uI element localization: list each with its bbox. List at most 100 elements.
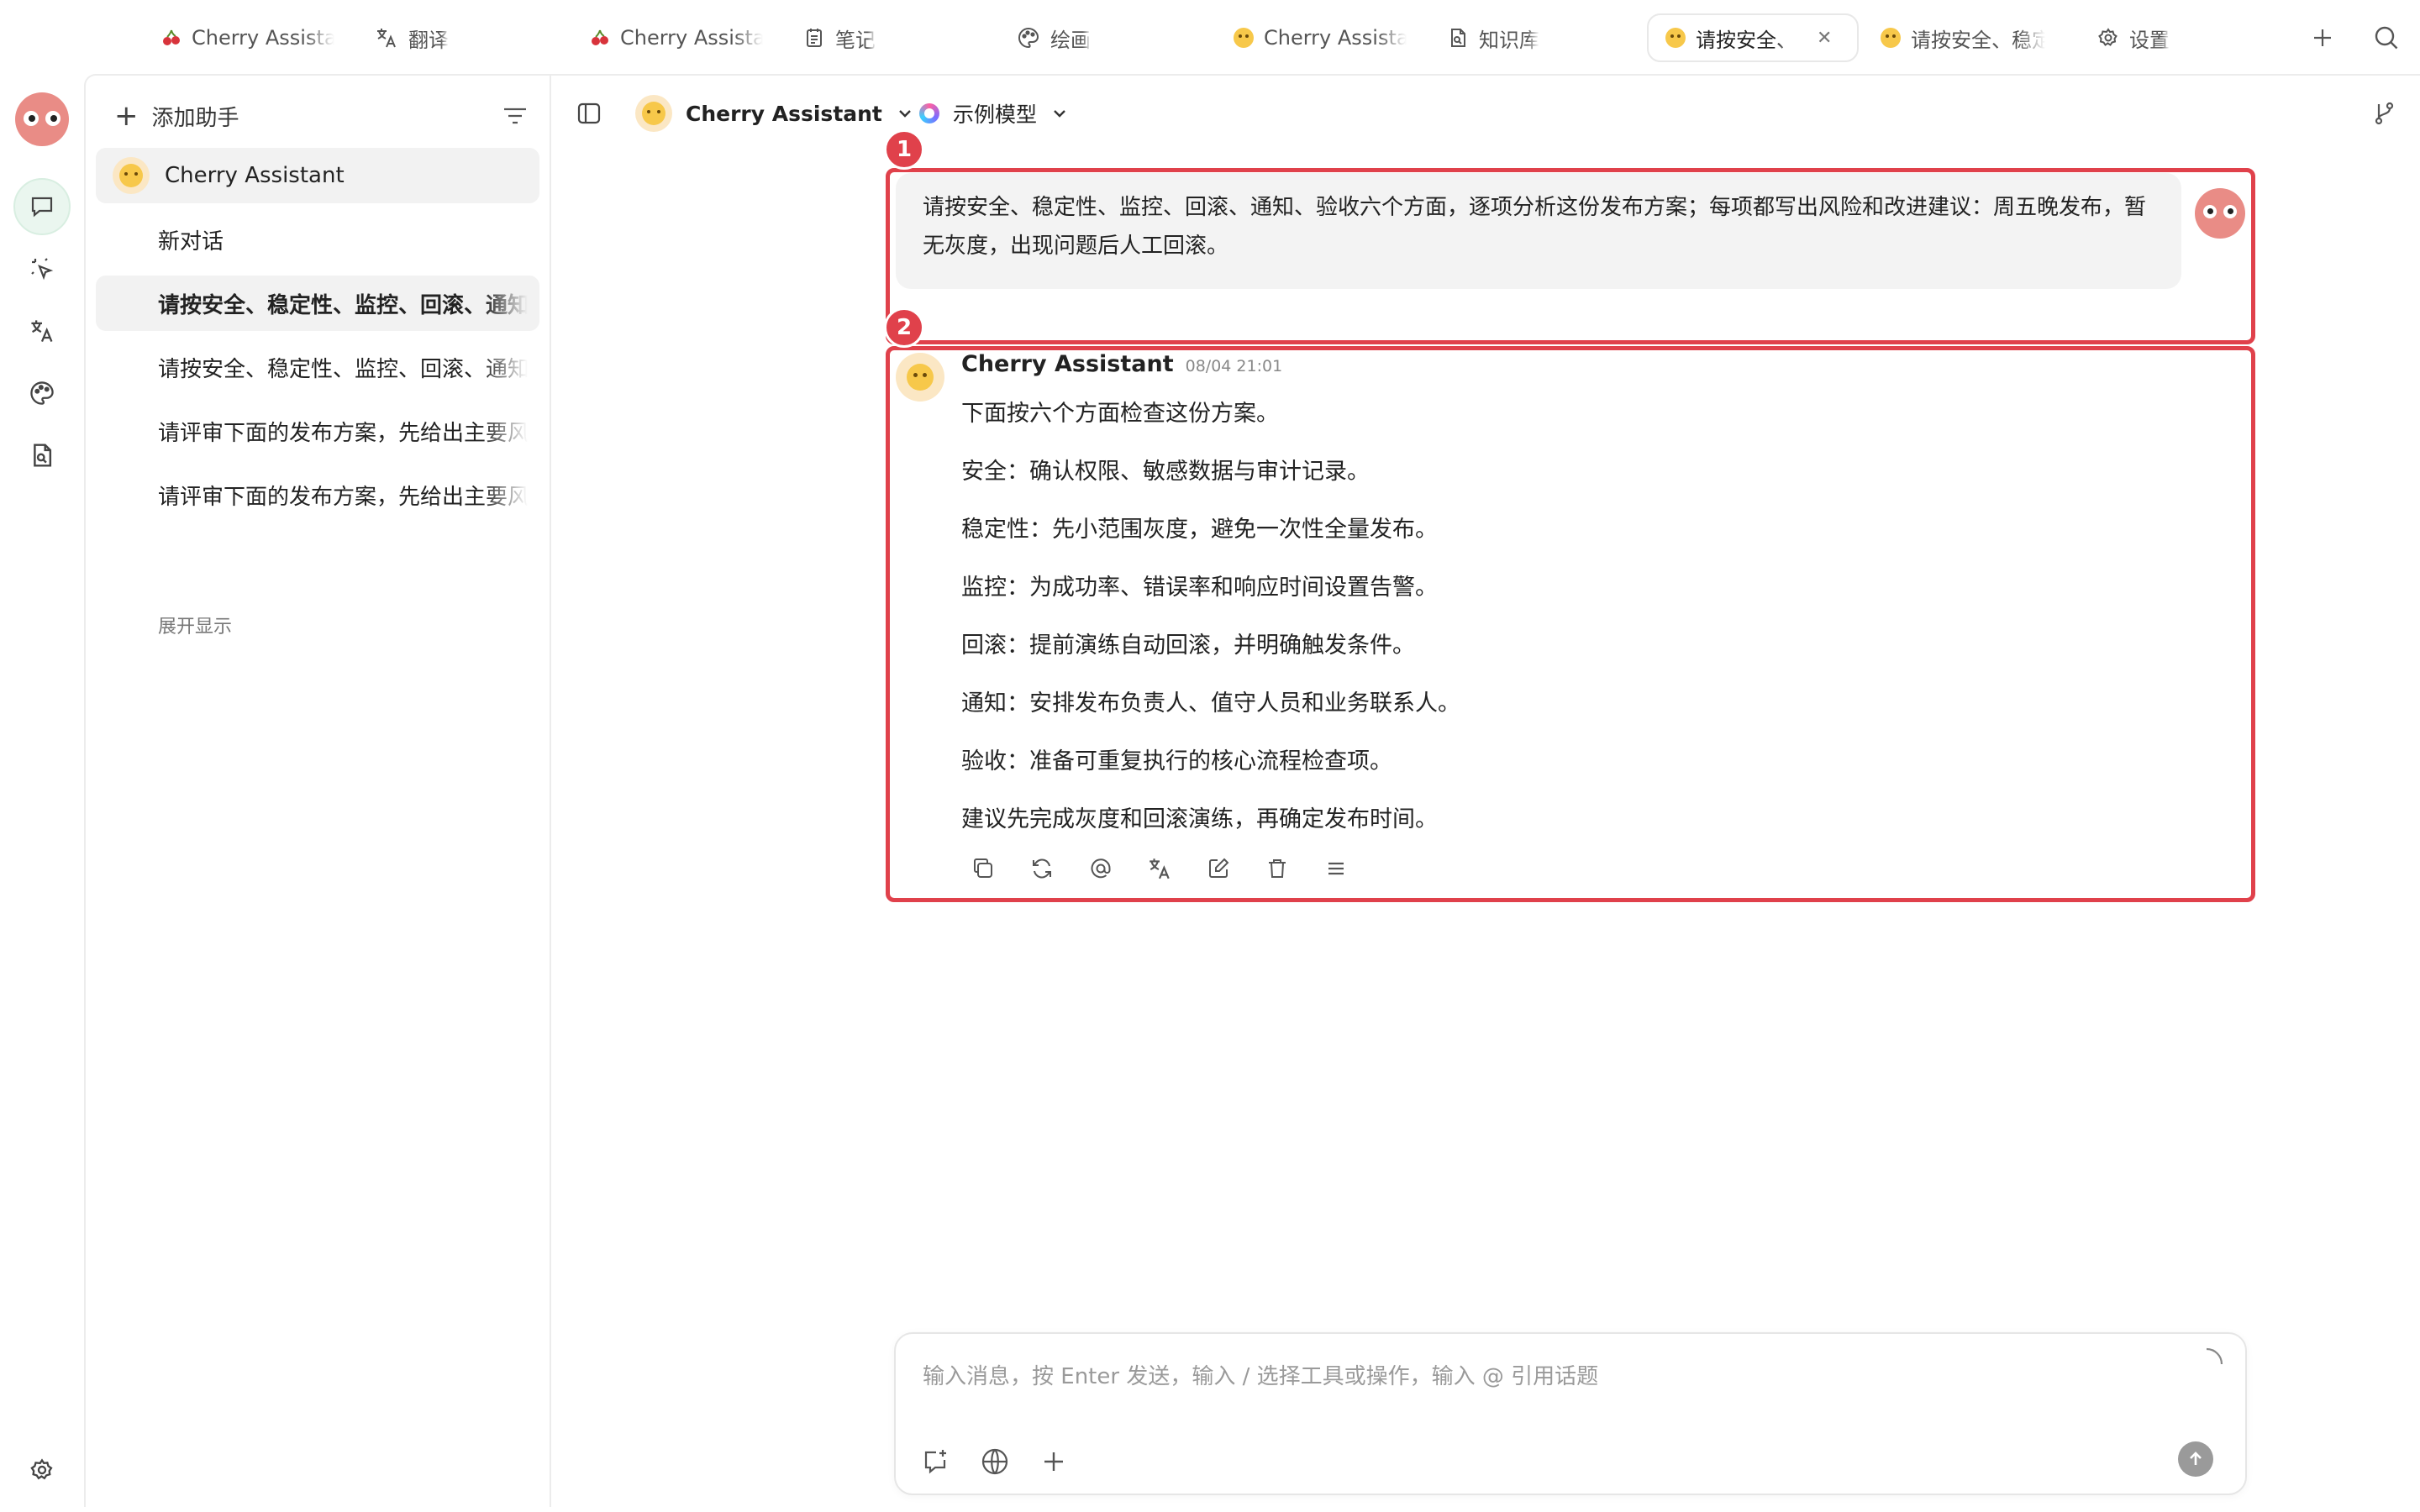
tab-notes[interactable]: 笔记 <box>786 13 892 62</box>
regenerate-icon[interactable] <box>1028 855 1055 882</box>
chat-header: Cherry Assistant 示例模型 <box>551 76 2420 151</box>
tab-label: Cherry Assistant <box>192 26 334 50</box>
tab-cherry-assistant-2[interactable]: Cherry Assistant <box>573 13 780 62</box>
message-composer[interactable]: 输入消息，按 Enter 发送，输入 / 选择工具或操作，输入 @ 引用话题 <box>894 1332 2247 1495</box>
topic-item-active[interactable]: 请按安全、稳定性、监控、回滚、通知 <box>96 276 539 331</box>
assistant-selector-label: Cherry Assistant <box>686 101 882 126</box>
close-icon[interactable]: ✕ <box>1817 28 1832 49</box>
plus-icon[interactable]: + <box>114 102 139 130</box>
assistant-message-header: Cherry Assistant 08/04 21:01 <box>961 351 1282 377</box>
palette-icon <box>1017 26 1040 50</box>
translate-nav-button[interactable] <box>13 302 71 360</box>
message-paragraph: 验收：准备可重复执行的核心流程检查项。 <box>961 748 1392 774</box>
model-logo-icon <box>919 103 939 123</box>
topic-label: 新对话 <box>158 228 224 255</box>
tab-bar: Cherry Assistant 翻译 Cherry Assistant 笔记 … <box>0 0 2420 74</box>
resize-handle-icon[interactable] <box>2202 1346 2227 1371</box>
knowledge-nav-button[interactable] <box>13 427 71 484</box>
tab-topic-2[interactable]: 请按安全、稳定 <box>1864 13 2062 62</box>
palette-icon <box>29 380 55 407</box>
smiley-icon <box>1665 28 1686 48</box>
composer-tools <box>921 1446 1067 1477</box>
topic-item[interactable]: 请评审下面的发布方案，先给出主要风 <box>96 403 539 459</box>
topic-sidebar: + 添加助手 Cherry Assistant 新对话 请按安全、稳定性、监控、… <box>86 76 551 1507</box>
chat-icon <box>29 193 55 220</box>
mention-icon[interactable] <box>1087 855 1114 882</box>
model-selector[interactable]: 示例模型 <box>919 94 1069 133</box>
expand-topics-link[interactable]: 展开显示 <box>158 612 232 638</box>
chat-nav-button[interactable] <box>13 178 71 235</box>
branch-icon[interactable] <box>2373 101 2396 126</box>
smiley-icon <box>113 157 150 194</box>
filter-icon[interactable] <box>502 106 528 126</box>
assistant-avatar <box>896 353 944 402</box>
plus-icon[interactable] <box>1040 1448 1067 1475</box>
sidebar-toggle-icon[interactable] <box>576 101 602 126</box>
user-message-bubble: 请按安全、稳定性、监控、回滚、通知、验收六个方面，逐项分析这份发布方案；每项都写… <box>896 173 2181 289</box>
topic-item[interactable]: 请按安全、稳定性、监控、回滚、通知 <box>96 339 539 395</box>
assistant-selector[interactable]: Cherry Assistant <box>635 94 914 133</box>
assistant-name: Cherry Assistant <box>961 351 1174 377</box>
tab-active-topic[interactable]: 请按安全、 ✕ <box>1647 13 1859 62</box>
gear-icon <box>2097 27 2119 49</box>
tab-translate[interactable]: 翻译 <box>358 13 466 62</box>
smiley-icon <box>907 364 934 391</box>
tab-label: Cherry Assistant <box>620 26 763 50</box>
knowledge-icon <box>1447 27 1469 49</box>
tab-bar-actions <box>2311 13 2400 62</box>
copy-icon[interactable] <box>970 855 997 882</box>
translate-icon <box>375 26 398 50</box>
tab-label: 请按安全、稳定 <box>1911 28 2045 52</box>
chat-area: Cherry Assistant 示例模型 1 请按安全、稳定性、监控、回滚、通… <box>551 76 2420 1507</box>
smiley-icon <box>1234 28 1254 48</box>
tab-knowledge[interactable]: 知识库 <box>1430 13 1556 62</box>
tab-cherry-assistant-1[interactable]: Cherry Assistant <box>145 13 351 62</box>
paint-nav-button[interactable] <box>13 365 71 422</box>
search-icon[interactable] <box>2373 24 2400 51</box>
message-input[interactable]: 输入消息，按 Enter 发送，输入 / 选择工具或操作，输入 @ 引用话题 <box>923 1359 1598 1390</box>
add-assistant-button[interactable]: 添加助手 <box>152 101 239 132</box>
message-paragraph: 监控：为成功率、错误率和响应时间设置告警。 <box>961 575 1438 601</box>
cherry-icon <box>590 28 610 48</box>
topic-label: 请按安全、稳定性、监控、回滚、通知 <box>158 356 528 382</box>
topic-item[interactable]: 新对话 <box>96 212 539 267</box>
highlight-badge-2: 2 <box>884 307 924 348</box>
new-topic-icon[interactable] <box>921 1447 950 1476</box>
settings-nav-button[interactable] <box>13 1441 71 1499</box>
message-paragraph: 回滚：提前演练自动回滚，并明确触发条件。 <box>961 633 1415 659</box>
app-window: Cherry Assistant 翻译 Cherry Assistant 笔记 … <box>0 0 2420 1512</box>
plus-icon[interactable] <box>2311 26 2334 50</box>
chevron-down-icon <box>1050 104 1069 123</box>
tab-cherry-assistant-3[interactable]: Cherry Assistant <box>1217 13 1423 62</box>
tab-label: 绘画 <box>1050 28 1091 52</box>
sidebar-header: + 添加助手 <box>114 96 528 136</box>
smiley-icon <box>1881 28 1901 48</box>
agents-nav-button[interactable] <box>13 240 71 297</box>
tab-settings[interactable]: 设置 <box>2081 13 2186 62</box>
assistant-item-label: Cherry Assistant <box>165 163 345 188</box>
message-action-bar <box>970 855 1349 882</box>
tab-label: 翻译 <box>408 28 449 52</box>
tab-label: 笔记 <box>835 28 876 52</box>
model-selector-label: 示例模型 <box>953 102 1038 127</box>
tab-label: Cherry Assistant <box>1264 26 1407 50</box>
edit-icon[interactable] <box>1205 855 1232 882</box>
sparkle-cursor-icon <box>29 255 55 282</box>
user-message-avatar <box>2195 188 2245 239</box>
delete-icon[interactable] <box>1264 855 1291 882</box>
topic-label: 请按安全、稳定性、监控、回滚、通知 <box>158 292 528 318</box>
user-avatar[interactable] <box>15 92 69 146</box>
message-paragraph: 稳定性：先小范围灰度，避免一次性全量发布。 <box>961 517 1438 543</box>
assistant-item[interactable]: Cherry Assistant <box>96 148 539 203</box>
assistant-message-content: 下面按六个方面检查这份方案。 安全：确认权限、敏感数据与审计记录。 稳定性：先小… <box>961 398 2180 862</box>
translate-icon <box>29 318 55 344</box>
translate-icon[interactable] <box>1146 855 1173 882</box>
menu-icon[interactable] <box>1323 855 1349 882</box>
globe-icon[interactable] <box>980 1446 1010 1477</box>
topic-item[interactable]: 请评审下面的发布方案，先给出主要风 <box>96 467 539 522</box>
send-button[interactable] <box>2178 1441 2213 1477</box>
topic-label: 请评审下面的发布方案，先给出主要风 <box>158 420 528 446</box>
tab-paint[interactable]: 绘画 <box>1000 13 1107 62</box>
message-paragraph: 建议先完成灰度和回滚演练，再确定发布时间。 <box>961 806 1438 832</box>
gear-icon <box>29 1457 55 1483</box>
